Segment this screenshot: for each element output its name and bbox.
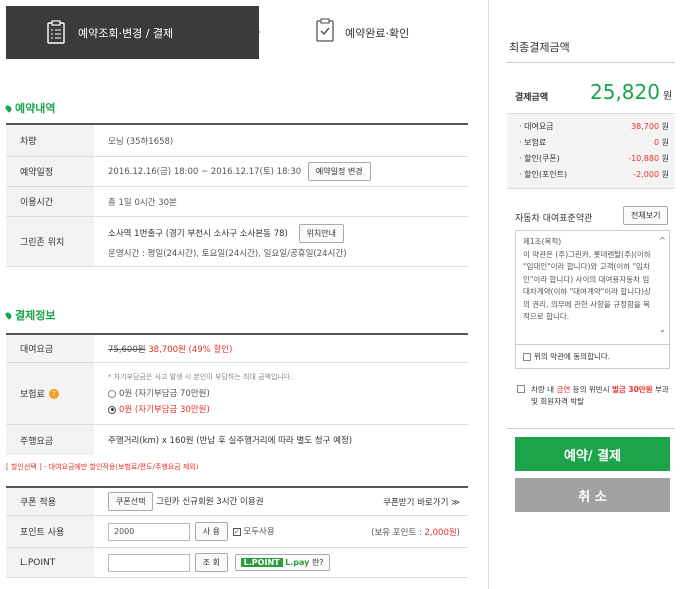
row-label: 쿠폰 적용 xyxy=(6,488,94,515)
summary-breakdown: · 대여요금 38,700 원 · 보험료 0 원 · 할인(쿠폰) -10,880 … xyxy=(507,113,675,189)
table-row: 포인트 사용 2000 사 용 ✓ 모두사용 (보유 포인트 : 2,000원) xyxy=(6,516,468,548)
coupon-desc: 그린카 신규회원 3시간 이용권 xyxy=(156,497,264,507)
schedule-cell: 2016.12.16(금) 18:00 ~ 2016.12.17(토) 18:3… xyxy=(94,162,468,181)
row-label: 이용시간 xyxy=(6,187,94,216)
scroll-down-icon[interactable]: ⌄ xyxy=(659,325,666,334)
scroll-up-icon[interactable]: ^ xyxy=(659,236,666,245)
greenzone-cell: 소사역 1번출구 (경기 부천시 소사구 소사본동 78) 위치안내 운영시간 … xyxy=(94,224,468,259)
radio-icon[interactable] xyxy=(108,389,116,398)
radio-selected-icon[interactable] xyxy=(108,405,116,414)
breakdown-row: · 보험료 0 원 xyxy=(519,138,669,147)
table-row: 대여요금 75,600원 38,700원 (49% 할인) xyxy=(6,335,468,363)
terms-title: 자동차 대여표준약관 xyxy=(515,214,593,224)
row-label: 차량 xyxy=(6,125,94,156)
step2-label: 예약완료·확인 xyxy=(345,27,410,40)
terms-agree[interactable]: 위의 약관에 동의합니다. xyxy=(515,345,670,369)
notice-agree[interactable]: 차량 내 금연 등의 위반시 벌금 30만원 부과 및 회원자격 박탈 xyxy=(517,384,672,408)
table-row: 이용시간 총 1일 0시간 30분 xyxy=(6,187,468,217)
lpoint-lookup-button[interactable]: 조 회 xyxy=(194,553,228,572)
row-label: 그린존 위치 xyxy=(6,217,94,266)
lpoint-info-button[interactable]: L.POINT L.pay 란? xyxy=(234,554,330,571)
table-row: 그린존 위치 소사역 1번출구 (경기 부천시 소사구 소사본동 78) 위치안… xyxy=(6,217,468,267)
lpoint-input[interactable] xyxy=(108,553,190,572)
checklist-icon xyxy=(316,18,334,45)
row-label: 예약일정 xyxy=(6,157,94,186)
total-label: 결제금액 xyxy=(515,93,549,103)
row-label: 보험료? xyxy=(6,363,94,424)
divider xyxy=(507,62,675,63)
pin-icon xyxy=(4,104,13,113)
lpoint-cell: 조 회 L.POINT L.pay 란? xyxy=(94,553,468,572)
coupon-cell: 쿠폰선택 그린카 신규회원 3시간 이용권 쿠폰받기 바로가기 ≫ xyxy=(94,492,468,511)
table-row: 보험료? * 자기부담금은 사고 발생 시 본인이 부담하는 최대 금액입니다.… xyxy=(6,363,468,425)
terms-textbox[interactable]: 제1조(목적) 이 약관은 (주)그린카, 롯데렌탈(주)(이하 "임대인"이라… xyxy=(515,230,670,345)
greenzone-address: 소사역 1번출구 (경기 부천시 소사구 소사본동 78) xyxy=(108,229,288,239)
row-label: 포인트 사용 xyxy=(6,516,94,547)
mileage-value: 주행거리(km) x 160원 (반납 후 실주행거리에 따라 별도 청구 예정… xyxy=(108,436,353,446)
discount-note: [ 할인선택 ] - 대여요금에만 할인적용(보험료/편도/주행요금 제외) xyxy=(6,463,199,471)
coupon-link[interactable]: 쿠폰받기 바로가기 ≫ xyxy=(383,496,460,508)
breakdown-row: · 대여요금 38,700 원 xyxy=(519,122,669,131)
reservation-table: 차량 모닝 (35하1658) 예약일정 2016.12.16(금) 18:00… xyxy=(6,123,468,267)
table-row: 주행요금 주행거리(km) x 160원 (반납 후 실주행거리에 따라 별도 … xyxy=(6,425,468,455)
summary-title: 최종결제금액 xyxy=(509,41,570,54)
row-label: 주행요금 xyxy=(6,425,94,455)
total-amount: 25,820 원 xyxy=(590,80,673,104)
payment-table: 대여요금 75,600원 38,700원 (49% 할인) 보험료? * 자기부… xyxy=(6,333,468,455)
table-row: 차량 모닝 (35하1658) xyxy=(6,125,468,157)
pin-icon xyxy=(4,311,13,320)
discount-table: 쿠폰 적용 쿠폰선택 그린카 신규회원 3시간 이용권 쿠폰받기 바로가기 ≫ … xyxy=(6,486,468,578)
location-button[interactable]: 위치안내 xyxy=(298,224,344,243)
coupon-select-button[interactable]: 쿠폰선택 xyxy=(108,492,154,511)
fee-original: 75,600원 xyxy=(108,344,146,355)
step1-label: 예약조회·변경 / 결제 xyxy=(78,27,174,40)
checkbox-checked-icon[interactable]: ✓ xyxy=(232,527,241,536)
insurance-option-1[interactable]: 0원 (자기부담금 70만원) xyxy=(108,387,468,399)
car-value: 모닝 (35하1658) xyxy=(108,136,174,147)
row-label: L.POINT xyxy=(6,548,94,577)
schedule-value: 2016.12.16(금) 18:00 ~ 2016.12.17(토) 18:3… xyxy=(108,167,302,177)
table-row: L.POINT 조 회 L.POINT L.pay 란? xyxy=(6,548,468,578)
points-cell: 2000 사 용 ✓ 모두사용 (보유 포인트 : 2,000원) xyxy=(94,522,468,541)
step-current: 예약조회·변경 / 결제 xyxy=(6,6,259,59)
insurance-cell: * 자기부담금은 사고 발생 시 본인이 부담하는 최대 금액입니다. 0원 (… xyxy=(94,372,468,415)
use-points-button[interactable]: 사 용 xyxy=(194,522,228,541)
row-label: 대여요금 xyxy=(6,335,94,362)
breakdown-row: · 할인(쿠폰) -10,880 원 xyxy=(519,154,669,163)
checkbox-icon[interactable] xyxy=(523,353,531,361)
insurance-note: * 자기부담금은 사고 발생 시 본인이 부담하는 최대 금액입니다. xyxy=(108,373,293,381)
clipboard-icon xyxy=(47,20,65,47)
pay-button[interactable]: 예약/ 결제 xyxy=(515,437,670,471)
help-icon[interactable]: ? xyxy=(48,388,59,399)
view-terms-button[interactable]: 전체보기 xyxy=(623,206,669,225)
insurance-option-2[interactable]: 0원 (자기부담금 30만원) xyxy=(108,403,468,415)
divider xyxy=(507,428,675,429)
reservation-title: 예약내역 xyxy=(4,100,55,116)
checkbox-icon[interactable] xyxy=(517,385,525,393)
cancel-button[interactable]: 취 소 xyxy=(515,478,670,512)
points-balance: (보유 포인트 : 2,000원) xyxy=(371,527,460,538)
table-row: 예약일정 2016.12.16(금) 18:00 ~ 2016.12.17(토)… xyxy=(6,157,468,187)
step-arrow xyxy=(234,6,260,58)
fee-discounted: 38,700원 (49% 할인) xyxy=(148,344,233,355)
use-all-label: 모두사용 xyxy=(243,527,275,537)
fee-cell: 75,600원 38,700원 (49% 할인) xyxy=(94,343,468,355)
breakdown-row: · 할인(포인트) -2,000 원 xyxy=(519,170,669,179)
change-schedule-button[interactable]: 예약일정 변경 xyxy=(307,162,371,181)
greenzone-hours: 운영시간 : 평일(24시간), 토요일(24시간), 일요일/공휴일(24시간… xyxy=(108,249,347,259)
payment-title: 결제정보 xyxy=(4,307,55,323)
points-input[interactable]: 2000 xyxy=(108,522,190,541)
usage-value: 총 1일 0시간 30분 xyxy=(108,197,177,208)
table-row: 쿠폰 적용 쿠폰선택 그린카 신규회원 3시간 이용권 쿠폰받기 바로가기 ≫ xyxy=(6,488,468,516)
